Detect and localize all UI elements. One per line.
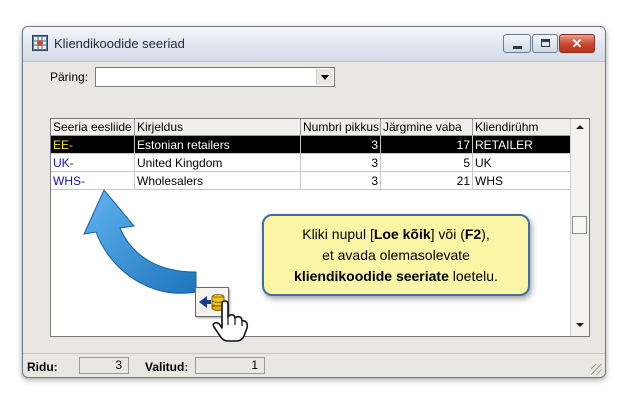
hint-text: Kliki nupul [ bbox=[302, 226, 374, 242]
hint-callout: Kliki nupul [Loe kõik] või (F2), et avad… bbox=[262, 214, 530, 296]
hint-text: ), bbox=[481, 226, 490, 242]
hint-text: ] või ( bbox=[430, 226, 465, 242]
hint-button-name: Loe kõik bbox=[373, 226, 431, 242]
hint-line-2: et avada olemasolevate bbox=[322, 247, 470, 263]
hint-emphasis: kliendikoodide seeriate bbox=[294, 268, 449, 284]
hint-shortcut: F2 bbox=[464, 226, 482, 242]
hint-text: loetelu. bbox=[448, 268, 498, 284]
curved-arrow-icon bbox=[83, 189, 197, 294]
hint-line-3: kliendikoodide seeriate loetelu. bbox=[264, 266, 528, 287]
hand-pointer-icon bbox=[212, 300, 249, 342]
hint-line-1: Kliki nupul [Loe kõik] või (F2), bbox=[264, 224, 528, 245]
